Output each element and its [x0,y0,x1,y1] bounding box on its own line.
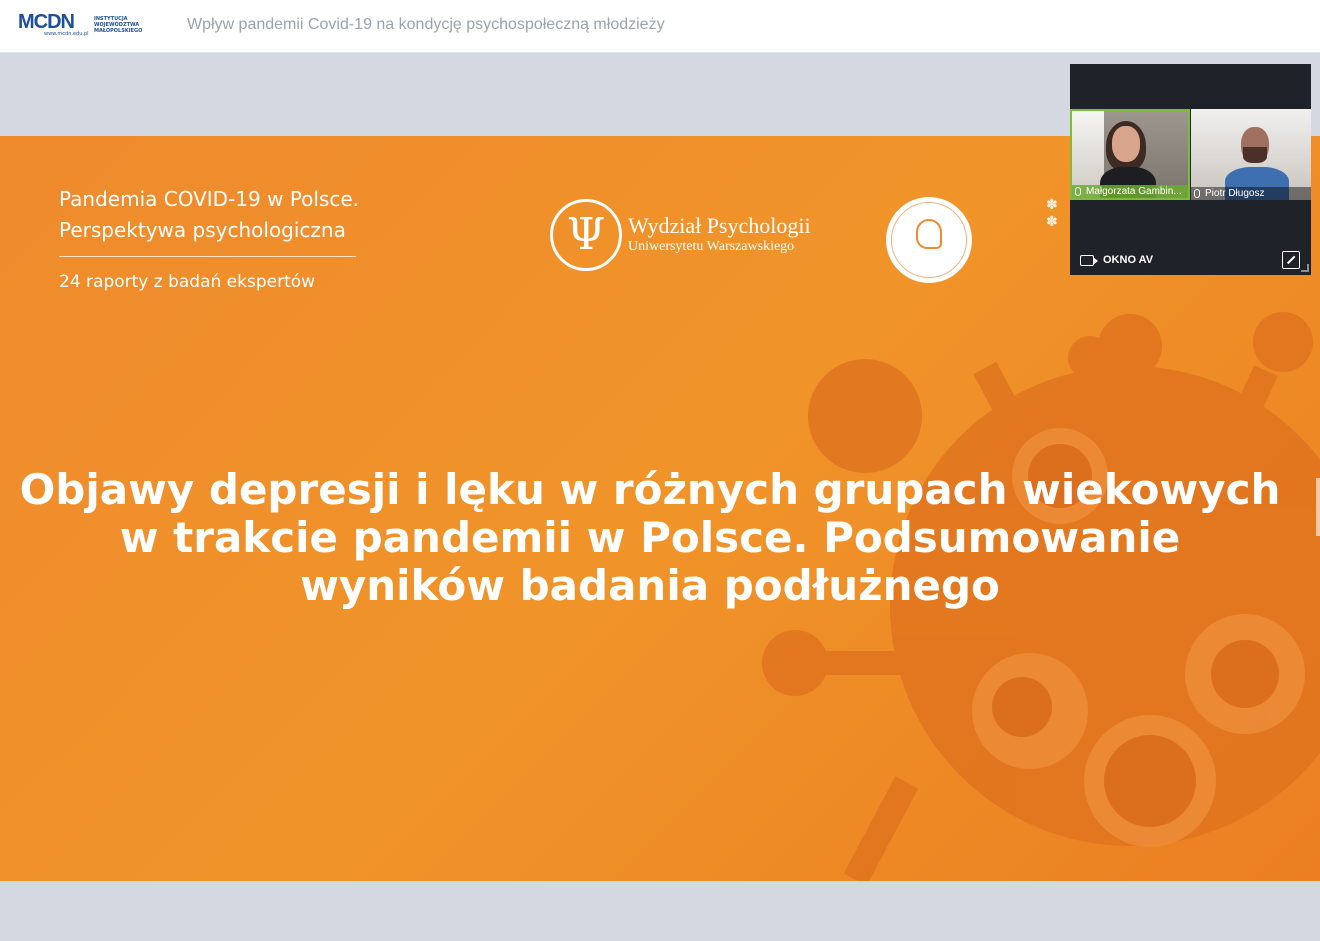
series-header: Pandemia COVID-19 w Polsce. Perspektywa … [59,184,359,292]
slide-title-line: w trakcie pandemii w Polsce. Podsumowani… [119,513,1181,562]
mcdn-logo[interactable]: MCDN www.mcdn.edu.pl INSTYTUCJA WOJEWÓDZ… [18,9,148,41]
faculty-name: Wydział Psychologii [628,213,811,238]
head-profile-icon [916,219,942,249]
university-name: Uniwersytetu Warszawskiego [628,239,795,254]
series-title-line-1: Pandemia COVID-19 w Polsce. [59,187,360,211]
faculty-of-psychology-logo: Ψ Wydział Psychologii Uniwersytetu Warsz… [550,199,820,275]
expand-icon[interactable] [1282,251,1300,269]
av-window-label: OKNO AV [1103,254,1154,266]
logo-institution-line: MAŁOPOLSKIEGO [94,28,143,34]
resize-handle-icon[interactable] [1301,264,1309,272]
psi-symbol: Ψ [566,209,606,260]
participant-video-tile[interactable]: Małgorzata Gambin... [1070,109,1190,200]
series-divider [59,256,356,257]
psi-emblem-icon: Ψ [550,199,622,271]
microphone-icon [1075,187,1081,196]
participant-face [1112,126,1140,162]
side-scroll-tab[interactable] [1316,478,1320,536]
series-subtitle: 24 raporty z badań ekspertów [59,272,316,292]
top-bar: MCDN www.mcdn.edu.pl INSTYTUCJA WOJEWÓDZ… [0,0,1320,53]
psychological-aspects-logo [886,197,972,283]
participant-name: Małgorzata Gambin... [1086,186,1182,197]
participant-name-label: Małgorzata Gambin... [1072,185,1188,198]
microphone-icon [1194,189,1200,198]
eagle-emblem-icon: ✽ ✽ [1046,196,1058,229]
participant-name-label: Piotr Długosz [1191,187,1311,200]
camera-icon[interactable] [1080,255,1098,266]
logo-url: www.mcdn.edu.pl [44,31,89,37]
series-title-line-2: Perspektywa psychologiczna [59,218,346,242]
participant-name: Piotr Długosz [1205,188,1265,199]
av-window-toolbar: OKNO AV [1070,248,1311,275]
slide-title-line: wyników badania podłużnego [300,561,1000,610]
logo-institution: INSTYTUCJA WOJEWÓDZTWA MAŁOPOLSKIEGO [94,16,142,34]
participant-beard [1243,147,1267,163]
slide-main-title: Objawy depresji i lęku w różnych grupach… [0,466,1300,610]
page-title: Wpływ pandemii Covid-19 na kondycję psyc… [187,16,665,33]
slide-title-line: Objawy depresji i lęku w różnych grupach… [19,465,1281,514]
av-window[interactable]: Małgorzata Gambin... Piotr Długosz OKNO … [1070,64,1311,275]
participant-video-tile[interactable]: Piotr Długosz [1191,109,1311,200]
